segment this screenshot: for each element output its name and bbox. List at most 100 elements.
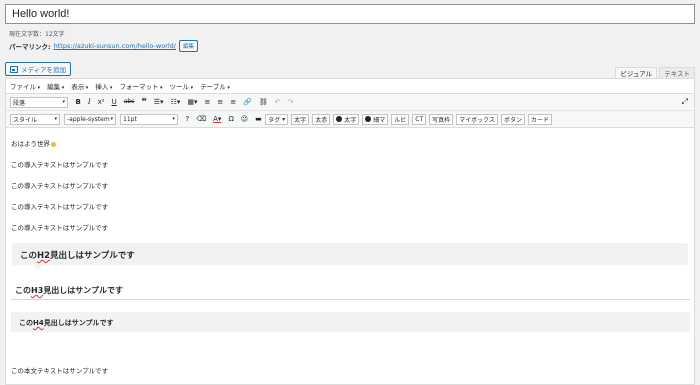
horizontal-rule-icon[interactable]: ▬ <box>255 115 262 123</box>
body-paragraph[interactable]: この本文テキストはサンプルです <box>11 365 108 375</box>
bold-icon[interactable]: B <box>76 98 81 106</box>
blockquote-icon[interactable]: ❝ <box>141 97 146 107</box>
tab-visual[interactable]: ビジュアル <box>615 67 658 78</box>
h3-heading[interactable]: このH3見出しはサンプルです <box>15 285 123 296</box>
h4-heading[interactable]: このH4見出しはサンプルです <box>19 318 114 328</box>
strikethrough-icon[interactable]: abc <box>124 99 135 105</box>
menu-file[interactable]: ファイル <box>10 81 40 91</box>
emoji-icon <box>51 141 56 147</box>
h2-heading-pointer <box>33 265 43 270</box>
h2-heading[interactable]: このH2見出しはサンプルです <box>20 249 135 261</box>
paragraph-format-select[interactable]: 段落 <box>10 96 68 108</box>
user-icon <box>336 116 343 122</box>
bold-alt-button[interactable]: 太字 <box>333 113 360 125</box>
tag-dropdown[interactable]: タグ ▾ <box>265 113 289 125</box>
editor-toolbar-1: 段落 B I x² U abc ❝ ☰▾ ☷▾ ▦▾ ≡ ≡ ≡ 🔗 ⛓ ↶ ↷… <box>6 94 694 111</box>
italic-icon[interactable]: I <box>88 98 91 106</box>
permalink-label: パーマリンク: <box>9 43 51 51</box>
add-media-label: メディアを追加 <box>21 66 67 74</box>
tab-text[interactable]: テキスト <box>659 67 695 78</box>
font-size-select[interactable]: 11pt <box>120 113 178 125</box>
photo-frame-label: 写真枠 <box>432 116 451 124</box>
editor-mode-tabs: ビジュアル テキスト <box>613 67 695 78</box>
bold-red-button[interactable]: 太赤 <box>312 113 331 125</box>
h4-text-pre: この <box>19 319 33 327</box>
permalink-edit-button[interactable]: 編集 <box>179 40 199 52</box>
bullet-list-icon[interactable]: ☰▾ <box>154 98 164 106</box>
help-icon[interactable]: ? <box>186 115 190 123</box>
h2-text-pre: この <box>20 251 38 261</box>
tag-dropdown-label: タグ <box>268 116 281 124</box>
font-family-value: -apple-system <box>67 115 110 123</box>
clear-format-icon[interactable]: ⌫ <box>196 115 206 123</box>
h3-text-pre: この <box>15 286 31 295</box>
h2-text-mid: H2 <box>37 251 51 261</box>
permalink-url[interactable]: https://azuki-sunsun.com/hello-world/ <box>54 42 176 50</box>
mybox-label: マイボックス <box>459 116 495 124</box>
link-icon[interactable]: 🔗 <box>243 98 252 106</box>
editor-menubar: ファイル 編集 表示 挿入 フォーマット ツール テーブル <box>6 79 694 94</box>
greeting-text: おはよう世界 <box>11 140 50 148</box>
user-icon <box>365 116 372 122</box>
align-right-icon[interactable]: ≡ <box>230 98 236 106</box>
add-media-button[interactable]: メディアを追加 <box>5 62 72 76</box>
fullscreen-icon[interactable]: ⤢ <box>682 98 688 106</box>
style-select[interactable]: スタイル <box>10 113 60 125</box>
char-count: 現在文字数：12文字 <box>9 31 65 38</box>
mybox-button[interactable]: マイボックス <box>456 113 498 125</box>
button-button[interactable]: ボタン <box>500 113 525 125</box>
button-label: ボタン <box>503 116 522 124</box>
special-char-icon[interactable]: Ω <box>228 115 233 123</box>
intro-paragraph[interactable]: この導入テキストはサンプルです <box>11 222 108 232</box>
intro-paragraph[interactable]: この導入テキストはサンプルです <box>11 201 108 211</box>
thin-marker-label: 細マ <box>373 116 386 124</box>
editor-toolbar-2: スタイル -apple-system 11pt ? ⌫ A▾ Ω ☺ ▬ タグ … <box>6 111 694 128</box>
table-icon[interactable]: ▦▾ <box>187 98 197 106</box>
ct-button[interactable]: CT <box>412 113 427 125</box>
photo-frame-button[interactable]: 写真枠 <box>429 113 454 125</box>
unlink-icon[interactable]: ⛓ <box>259 98 268 106</box>
post-title-input[interactable] <box>5 4 695 24</box>
superscript-icon[interactable]: x² <box>98 98 105 106</box>
align-center-icon[interactable]: ≡ <box>217 98 223 106</box>
menu-table[interactable]: テーブル <box>200 81 230 91</box>
thin-marker-button[interactable]: 細マ <box>362 113 389 125</box>
text-color-icon[interactable]: A▾ <box>213 115 221 123</box>
card-label: カード <box>530 116 549 124</box>
paragraph-format-value: 段落 <box>13 99 26 107</box>
ruby-label: ルビ <box>394 116 407 124</box>
ct-label: CT <box>415 115 424 123</box>
menu-view[interactable]: 表示 <box>71 81 88 91</box>
menu-edit[interactable]: 編集 <box>47 81 64 91</box>
media-icon <box>10 65 18 73</box>
align-left-icon[interactable]: ≡ <box>205 98 211 106</box>
bold-style-label: 太字 <box>294 116 307 124</box>
h3-underline <box>11 299 690 300</box>
menu-tools[interactable]: ツール <box>170 81 194 91</box>
undo-icon[interactable]: ↶ <box>275 98 281 106</box>
font-size-value: 11pt <box>123 115 137 123</box>
card-button[interactable]: カード <box>527 113 552 125</box>
menu-format[interactable]: フォーマット <box>119 81 162 91</box>
permalink-row: パーマリンク: https://azuki-sunsun.com/hello-w… <box>9 40 199 52</box>
font-family-select[interactable]: -apple-system <box>64 113 116 125</box>
menu-insert[interactable]: 挿入 <box>95 81 112 91</box>
h2-text-post: 見出しはサンプルです <box>50 251 135 261</box>
intro-paragraph[interactable]: この導入テキストはサンプルです <box>11 180 108 190</box>
intro-paragraph[interactable]: この導入テキストはサンプルです <box>11 159 108 169</box>
underline-icon[interactable]: U <box>112 98 117 106</box>
h3-text-post: 見出しはサンプルです <box>43 286 124 295</box>
emoji-icon[interactable]: ☺ <box>241 115 248 123</box>
editor-frame: ファイル 編集 表示 挿入 フォーマット ツール テーブル 段落 B I x² … <box>5 78 695 385</box>
bold-red-label: 太赤 <box>315 116 328 124</box>
h4-text-post: 見出しはサンプルです <box>43 319 114 327</box>
bold-style-button[interactable]: 太字 <box>291 113 310 125</box>
h4-text-mid: H4 <box>33 319 44 327</box>
ruby-button[interactable]: ルビ <box>391 113 410 125</box>
redo-icon[interactable]: ↷ <box>288 98 294 106</box>
greeting-paragraph[interactable]: おはよう世界 <box>11 138 56 148</box>
style-select-value: スタイル <box>13 116 38 124</box>
h3-text-mid: H3 <box>31 286 44 295</box>
bold-alt-label: 太字 <box>344 116 357 124</box>
numbered-list-icon[interactable]: ☷▾ <box>171 98 181 106</box>
